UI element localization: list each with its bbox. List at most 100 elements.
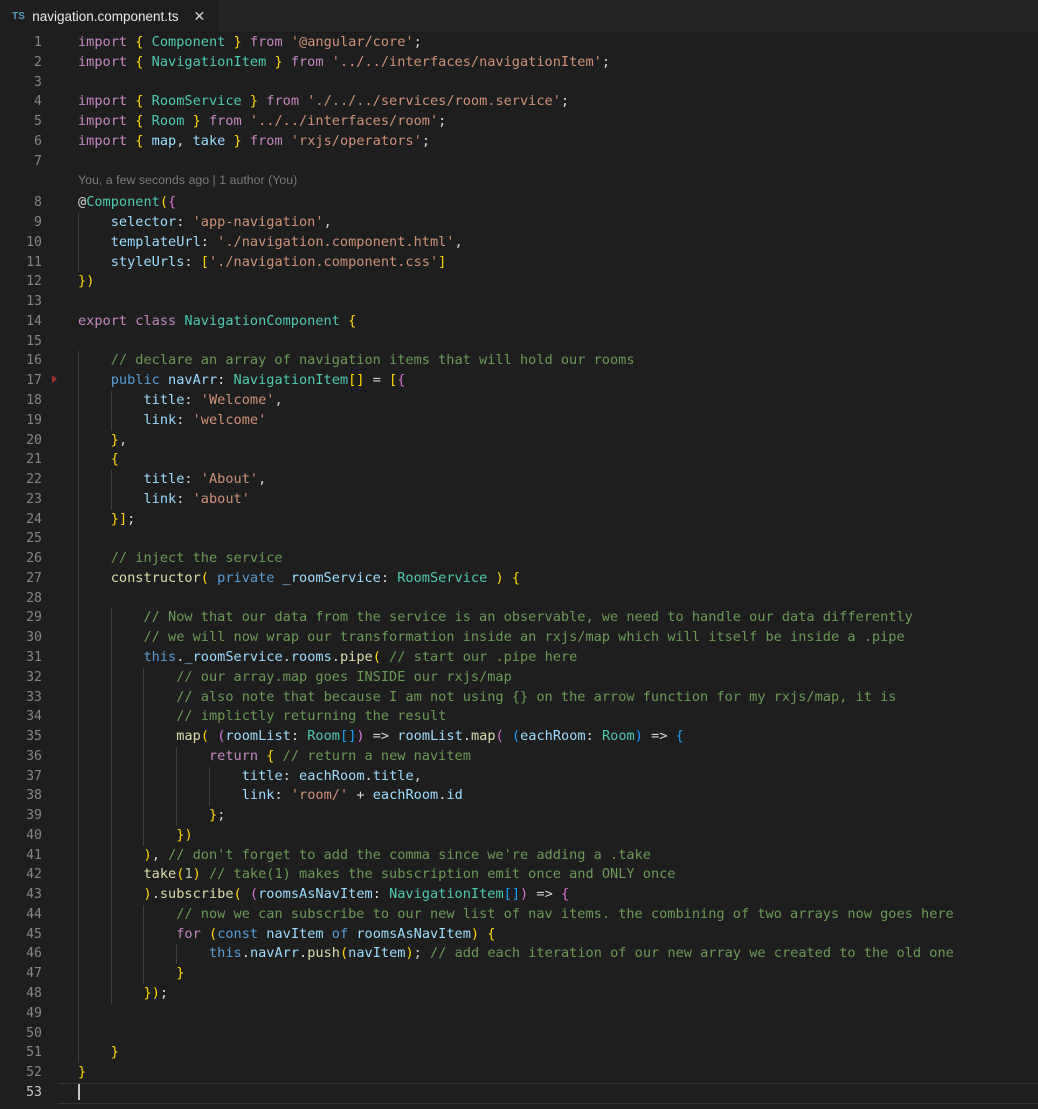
code-line[interactable]: 19 link: 'welcome' xyxy=(0,410,1038,431)
indent-guide xyxy=(110,727,112,747)
code-line[interactable]: 20 }, xyxy=(0,430,1038,451)
line-number: 33 xyxy=(26,689,42,705)
code-line[interactable]: 13 xyxy=(0,292,1038,312)
code-line[interactable]: 46 this.navArr.push(navItem); // add eac… xyxy=(0,944,1038,965)
line-number: 18 xyxy=(26,393,42,409)
code-line[interactable]: 34 // implictly returning the result xyxy=(0,707,1038,728)
code-line-text: // declare an array of navigation items … xyxy=(68,351,1038,372)
indent-guide xyxy=(176,766,178,787)
indent-guide xyxy=(78,766,79,787)
indent-guide xyxy=(78,608,79,629)
fold-collapsed-icon[interactable] xyxy=(52,375,57,384)
code-line-text: // implictly returning the result xyxy=(68,707,1038,728)
code-line-text: title: 'Welcome', xyxy=(68,391,1038,411)
indent-guide xyxy=(78,667,79,688)
code-line[interactable]: 24 }]; xyxy=(0,509,1038,530)
code-line-text: import { Component } from '@angular/core… xyxy=(78,34,422,50)
code-line-text: link: 'about' xyxy=(68,489,1038,510)
code-line[interactable]: 35 map( (roomList: Room[]) => roomList.m… xyxy=(0,727,1038,747)
code-line[interactable]: 52} xyxy=(0,1063,1038,1083)
code-line[interactable]: 8 @Component({ xyxy=(0,193,1038,213)
code-line[interactable]: 27 constructor( private _roomService: Ro… xyxy=(0,568,1038,589)
code-line-text: take(1) // take(1) makes the subscriptio… xyxy=(68,865,1038,886)
code-line[interactable]: 1 import { Component } from '@angular/cor… xyxy=(0,33,1038,53)
line-number: 48 xyxy=(26,985,42,1001)
indent-guide xyxy=(78,1043,79,1064)
code-line[interactable]: 25 xyxy=(0,529,1038,550)
code-line[interactable]: 43 ).subscribe( (roomsAsNavItem: Navigat… xyxy=(0,885,1038,905)
code-editor[interactable]: 1 import { Component } from '@angular/cor… xyxy=(0,33,1038,1109)
code-line[interactable]: 40 }) xyxy=(0,825,1038,846)
code-line-text xyxy=(58,1082,1038,1104)
code-line[interactable]: 12}) xyxy=(0,272,1038,292)
indent-guide xyxy=(78,983,79,1004)
code-line[interactable]: 48 }); xyxy=(0,983,1038,1004)
code-line[interactable]: 3 xyxy=(0,73,1038,93)
line-number: 8 xyxy=(34,195,42,211)
editor-tab-navigation-component-ts[interactable]: TS navigation.component.ts ✕ xyxy=(0,0,220,32)
code-line[interactable]: 41 ), // don't forget to add the comma s… xyxy=(0,845,1038,866)
code-line-text: }); xyxy=(68,983,1038,1004)
line-number: 30 xyxy=(26,630,42,646)
code-line-text: }) xyxy=(68,825,1038,846)
code-line[interactable]: 4 import { RoomService } from './../../se… xyxy=(0,92,1038,112)
code-line[interactable]: 39 }; xyxy=(0,806,1038,826)
line-number: 47 xyxy=(26,966,42,982)
line-number: 27 xyxy=(26,570,42,586)
code-line[interactable]: 26 // inject the service xyxy=(0,549,1038,569)
close-icon[interactable]: ✕ xyxy=(192,8,208,26)
indent-guide xyxy=(110,391,112,411)
code-line[interactable]: 21 { xyxy=(0,450,1038,471)
code-line[interactable]: 14 export class NavigationComponent { xyxy=(0,312,1038,332)
code-line[interactable]: 28 xyxy=(0,588,1038,609)
indent-guide xyxy=(110,608,112,629)
code-line-text: styleUrls: ['./navigation.component.css'… xyxy=(68,252,1038,273)
code-line[interactable]: 11 styleUrls: ['./navigation.component.c… xyxy=(0,252,1038,273)
code-line[interactable]: 18 title: 'Welcome', xyxy=(0,391,1038,411)
code-line[interactable]: 53 xyxy=(0,1082,1038,1104)
code-line[interactable]: 38 link: 'room/' + eachRoom.id xyxy=(0,786,1038,807)
indent-guide xyxy=(78,944,79,965)
code-line[interactable]: 29 // Now that our data from the service… xyxy=(0,608,1038,629)
code-line[interactable]: 50 xyxy=(0,1023,1038,1044)
code-line[interactable]: 32 // our array.map goes INSIDE our rxjs… xyxy=(0,667,1038,688)
indent-guide xyxy=(78,470,79,490)
indent-guide xyxy=(110,964,112,984)
code-line[interactable]: 15 xyxy=(0,332,1038,352)
code-line[interactable]: 45 for (const navItem of roomsAsNavItem)… xyxy=(0,924,1038,945)
indent-guide xyxy=(176,786,178,807)
code-line[interactable]: 49 xyxy=(0,1003,1038,1024)
code-line[interactable]: 2 import { NavigationItem } from '../../i… xyxy=(0,53,1038,73)
code-line[interactable]: 17 public navArr: NavigationItem[] = [{ xyxy=(0,371,1038,392)
code-line[interactable]: 10 templateUrl: './navigation.component.… xyxy=(0,232,1038,253)
code-line-text: @Component({ xyxy=(78,194,177,211)
code-line[interactable]: 5 import { Room } from '../../interfaces/… xyxy=(0,112,1038,132)
line-number: 46 xyxy=(26,946,42,962)
indent-guide xyxy=(110,904,112,925)
line-number: 16 xyxy=(26,353,42,369)
code-line[interactable]: 16 // declare an array of navigation ite… xyxy=(0,351,1038,372)
indent-guide xyxy=(143,964,145,984)
code-line[interactable]: 42 take(1) // take(1) makes the subscrip… xyxy=(0,865,1038,886)
code-line[interactable]: 36 return { // return a new navitem xyxy=(0,746,1038,767)
indent-guide xyxy=(78,213,79,233)
line-number: 50 xyxy=(26,1025,42,1041)
code-line-text: return { // return a new navitem xyxy=(68,746,1038,767)
code-line[interactable]: 37 title: eachRoom.title, xyxy=(0,766,1038,787)
code-line[interactable]: 6 import { map, take } from 'rxjs/operato… xyxy=(0,132,1038,152)
indent-guide xyxy=(110,924,112,945)
indent-guide xyxy=(110,489,112,510)
code-line[interactable]: 31 this._roomService.rooms.pipe( // star… xyxy=(0,647,1038,668)
code-line[interactable]: 30 // we will now wrap our transformatio… xyxy=(0,628,1038,648)
indent-guide xyxy=(110,707,112,728)
code-line[interactable]: 33 // also note that because I am not us… xyxy=(0,687,1038,708)
code-line[interactable]: 9 selector: 'app-navigation', xyxy=(0,213,1038,233)
code-line[interactable]: 23 link: 'about' xyxy=(0,489,1038,510)
code-line[interactable]: 22 title: 'About', xyxy=(0,470,1038,490)
code-line[interactable]: 7 xyxy=(0,152,1038,172)
indent-guide xyxy=(110,470,112,490)
code-line[interactable]: 51 } xyxy=(0,1043,1038,1064)
code-line[interactable]: 47 } xyxy=(0,964,1038,984)
code-line-text: ), // don't forget to add the comma sinc… xyxy=(68,845,1038,866)
code-line[interactable]: 44 // now we can subscribe to our new li… xyxy=(0,904,1038,925)
